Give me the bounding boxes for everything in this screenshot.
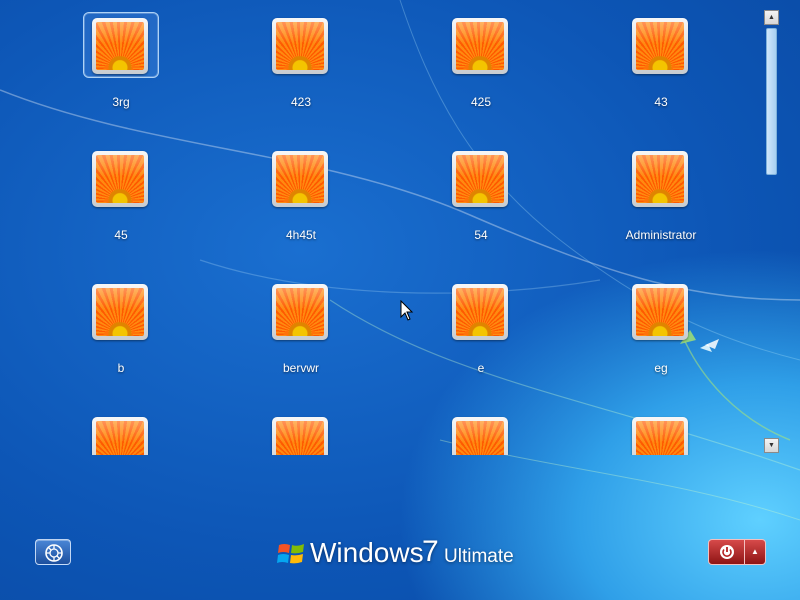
flower-user-picture (456, 421, 504, 455)
user-tile[interactable]: 43 (623, 12, 699, 118)
user-picture-frame (452, 18, 508, 74)
user-tile[interactable]: 425 (443, 12, 519, 118)
user-picture-frame (92, 417, 148, 455)
flower-user-picture (96, 22, 144, 70)
scroll-up-button[interactable]: ▲ (764, 10, 779, 25)
user-name-label: Administrator (625, 228, 697, 242)
scrollbar-thumb[interactable] (766, 28, 777, 175)
user-tile[interactable] (623, 411, 699, 455)
brand-version: 7 (422, 535, 439, 568)
flower-user-picture (96, 288, 144, 336)
user-tile[interactable]: 45 (83, 145, 159, 251)
user-name-label: e (477, 361, 485, 375)
power-icon (720, 545, 734, 559)
chevron-down-icon: ▼ (768, 442, 775, 449)
user-picture-frame (272, 417, 328, 455)
user-tile[interactable] (263, 411, 339, 455)
user-picture-frame (632, 151, 688, 207)
flower-user-picture (96, 421, 144, 455)
user-picture-frame (272, 284, 328, 340)
user-name-label: bervwr (282, 361, 319, 375)
flower-user-picture (276, 22, 324, 70)
brand-windows-text: Windows (310, 537, 424, 568)
flower-user-picture (96, 155, 144, 203)
user-tile-grid: 3rg 423 425 43 45 4h45t 54 Administrator… (0, 0, 760, 455)
user-picture-frame (92, 151, 148, 207)
shutdown-control: ▲ (708, 539, 766, 565)
scrollbar-track[interactable] (764, 25, 779, 438)
user-tile[interactable]: bervwr (263, 278, 339, 384)
user-name-label: b (117, 361, 125, 375)
flower-user-picture (276, 155, 324, 203)
user-name-label: 43 (654, 95, 668, 109)
user-picture-frame (272, 18, 328, 74)
user-tile[interactable]: 54 (443, 145, 519, 251)
user-tile[interactable]: 423 (263, 12, 339, 118)
flower-user-picture (456, 155, 504, 203)
user-list-scrollbar[interactable]: ▲ ▼ (764, 10, 779, 453)
user-picture-frame (632, 18, 688, 74)
user-tile[interactable]: b (83, 278, 159, 384)
ease-of-access-button[interactable] (35, 539, 71, 565)
user-tile[interactable]: 4h45t (263, 145, 339, 251)
user-tile[interactable] (443, 411, 519, 455)
shutdown-options-button[interactable]: ▲ (745, 539, 766, 565)
flower-user-picture (636, 22, 684, 70)
user-picture-frame (272, 151, 328, 207)
user-name-label: 425 (470, 95, 492, 109)
user-picture-frame (452, 417, 508, 455)
chevron-up-icon: ▲ (768, 14, 775, 21)
user-name-label: 45 (114, 228, 128, 242)
scroll-down-button[interactable]: ▼ (764, 438, 779, 453)
user-picture-frame (92, 284, 148, 340)
user-picture-frame (92, 18, 148, 74)
flower-user-picture (276, 288, 324, 336)
user-name-label: 3rg (112, 95, 130, 109)
flower-user-picture (636, 288, 684, 336)
user-picture-frame (632, 417, 688, 455)
brand-edition: Ultimate (444, 546, 514, 567)
flower-user-picture (456, 22, 504, 70)
user-name-label: 423 (290, 95, 312, 109)
user-tile[interactable]: eg (623, 278, 699, 384)
flower-user-picture (456, 288, 504, 336)
chevron-up-icon: ▲ (751, 547, 759, 556)
user-tile[interactable]: 3rg (83, 12, 159, 118)
shutdown-button[interactable] (708, 539, 745, 565)
flower-user-picture (636, 155, 684, 203)
user-tile[interactable]: e (443, 278, 519, 384)
user-name-label: eg (654, 361, 668, 375)
user-picture-frame (632, 284, 688, 340)
user-picture-frame (452, 151, 508, 207)
user-picture-frame (452, 284, 508, 340)
user-tile[interactable]: Administrator (623, 145, 699, 251)
mouse-cursor (400, 300, 414, 321)
user-name-label: 4h45t (285, 228, 317, 242)
windows-flag-logo (277, 544, 304, 564)
flower-user-picture (276, 421, 324, 455)
ease-of-access-icon (45, 544, 63, 562)
user-tile[interactable] (83, 411, 159, 455)
user-name-label: 54 (474, 228, 488, 242)
flower-user-picture (636, 421, 684, 455)
